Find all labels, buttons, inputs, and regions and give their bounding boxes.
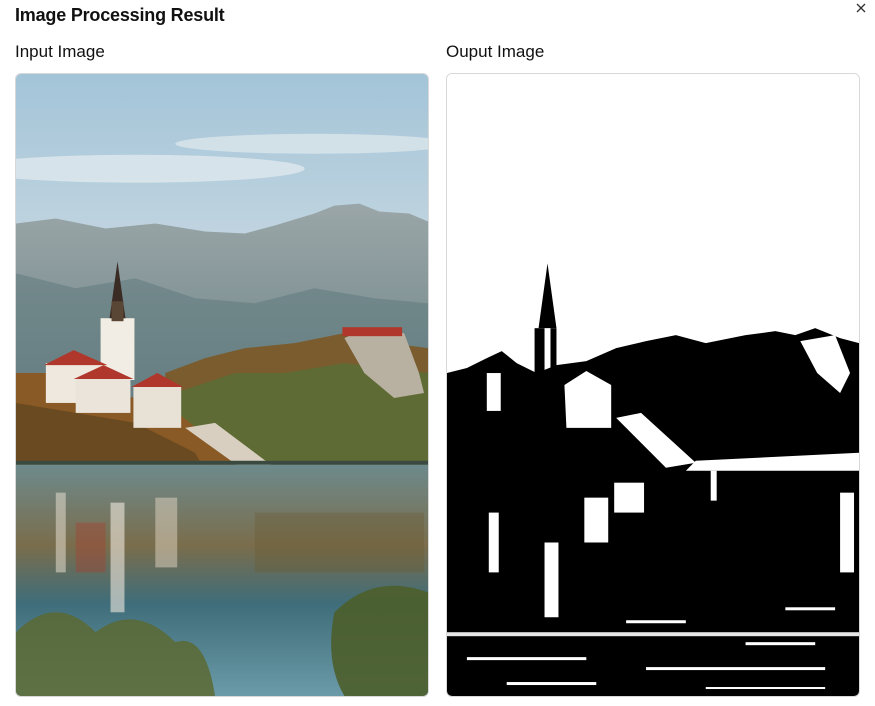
close-icon bbox=[851, 0, 871, 18]
input-image-label: Input Image bbox=[15, 42, 105, 61]
output-image bbox=[446, 73, 860, 697]
close-button[interactable] bbox=[851, 0, 871, 18]
output-photo bbox=[447, 74, 859, 696]
input-photo bbox=[16, 74, 428, 696]
image-processing-dialog: Image Processing Result Input Image Oupu… bbox=[0, 0, 875, 706]
output-image-label: Ouput Image bbox=[446, 42, 545, 61]
input-image bbox=[15, 73, 429, 697]
dialog-title: Image Processing Result bbox=[15, 5, 225, 25]
